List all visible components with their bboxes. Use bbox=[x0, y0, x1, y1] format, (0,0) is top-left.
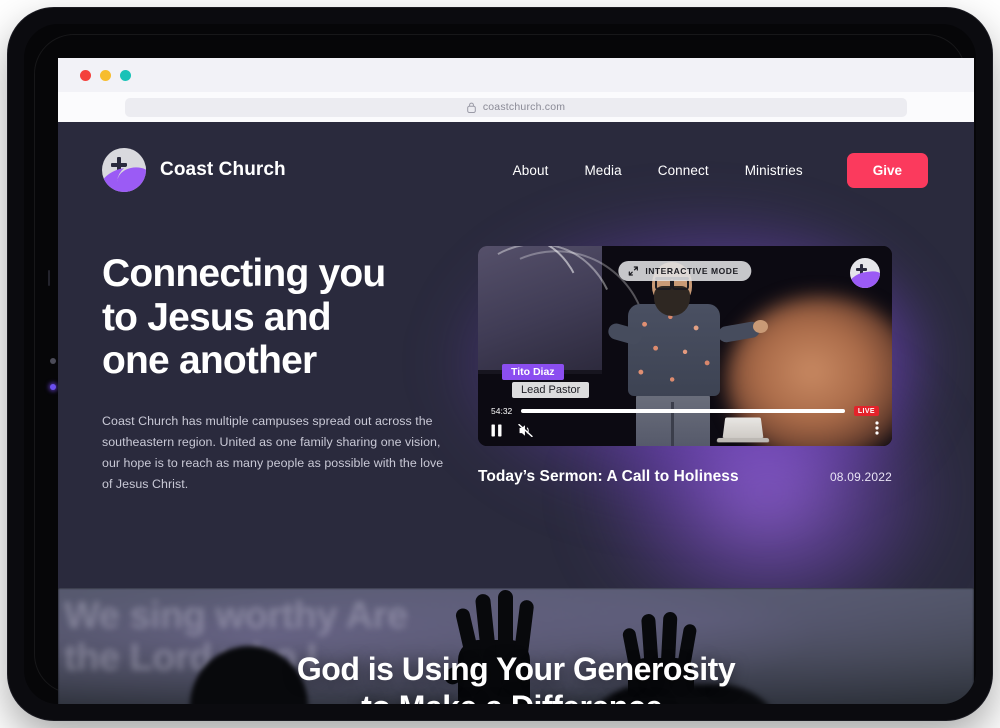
video-more-options-button[interactable] bbox=[875, 421, 879, 440]
nav-item-media[interactable]: Media bbox=[584, 163, 621, 178]
window-maximize-button[interactable] bbox=[120, 69, 131, 81]
speaker-role: Lead Pastor bbox=[512, 382, 590, 398]
generosity-section: We sing worthy Are the Lord who I bbox=[58, 588, 974, 704]
hero-media-column: INTERACTIVE MODE Tito Diaz Lead Pastor 5… bbox=[452, 212, 938, 628]
speaker-name-tag: Tito Diaz Lead Pastor bbox=[502, 362, 590, 398]
pause-icon bbox=[491, 424, 502, 437]
nav-item-about[interactable]: About bbox=[513, 163, 549, 178]
hero-body-text: Coast Church has multiple campuses sprea… bbox=[102, 414, 444, 491]
address-bar[interactable]: coastchurch.com bbox=[125, 97, 907, 117]
video-progress-row: 54:32 LIVE bbox=[478, 406, 892, 416]
expand-diagonal-icon bbox=[628, 266, 638, 276]
cross-horizontal bbox=[856, 268, 867, 271]
sermon-date: 08.09.2022 bbox=[829, 470, 892, 484]
mute-button[interactable] bbox=[518, 424, 533, 437]
hero-section: Connecting you to Jesus and one another … bbox=[58, 212, 974, 628]
coast-church-logo-icon bbox=[102, 148, 146, 192]
browser-window: coastchurch.com Coast Church About Media… bbox=[58, 58, 974, 704]
wave-shape bbox=[850, 269, 880, 288]
video-watermark-logo-icon bbox=[850, 258, 880, 288]
window-close-button[interactable] bbox=[80, 69, 91, 81]
stage-led-screen bbox=[478, 246, 677, 446]
site-header: Coast Church About Media Connect Ministr… bbox=[58, 122, 974, 218]
speaker-floral-shirt bbox=[628, 304, 720, 396]
device-status-led bbox=[50, 384, 56, 390]
address-bar-url: coastchurch.com bbox=[482, 101, 566, 113]
window-minimize-button[interactable] bbox=[100, 69, 111, 81]
lock-icon bbox=[467, 102, 476, 113]
screenshot-stage: coastchurch.com Coast Church About Media… bbox=[0, 0, 1000, 728]
browser-titlebar bbox=[58, 58, 974, 92]
device-frame: coastchurch.com Coast Church About Media… bbox=[8, 8, 992, 720]
nav-item-connect[interactable]: Connect bbox=[658, 163, 709, 178]
nav-item-ministries[interactable]: Ministries bbox=[745, 163, 803, 178]
video-controls-row bbox=[478, 421, 892, 440]
sermon-title: Today’s Sermon: A Call to Holiness bbox=[478, 468, 739, 485]
interactive-mode-button[interactable]: INTERACTIVE MODE bbox=[618, 261, 752, 281]
hand-finger bbox=[498, 590, 513, 656]
device-speaker-notch bbox=[48, 270, 50, 286]
video-progress-bar[interactable] bbox=[521, 409, 845, 413]
device-bezel: coastchurch.com Coast Church About Media… bbox=[24, 24, 976, 704]
speaker-name: Tito Diaz bbox=[502, 364, 564, 380]
hero-title: Connecting you to Jesus and one another bbox=[102, 252, 386, 383]
generosity-headline: God is Using Your Generosity to Make a D… bbox=[296, 651, 736, 704]
website-content: Coast Church About Media Connect Ministr… bbox=[58, 122, 974, 704]
live-badge: LIVE bbox=[853, 406, 879, 416]
main-navigation: About Media Connect Ministries Give bbox=[513, 152, 928, 188]
brand-logo-group[interactable]: Coast Church bbox=[102, 148, 286, 192]
video-player[interactable]: INTERACTIVE MODE Tito Diaz Lead Pastor 5… bbox=[478, 246, 892, 446]
volume-muted-icon bbox=[518, 424, 533, 437]
interactive-mode-label: INTERACTIVE MODE bbox=[645, 266, 739, 276]
kebab-menu-icon bbox=[875, 421, 879, 435]
pause-button[interactable] bbox=[491, 424, 502, 437]
hero-text-column: Connecting you to Jesus and one another … bbox=[102, 238, 450, 494]
give-button[interactable]: Give bbox=[846, 152, 928, 188]
brand-name: Coast Church bbox=[160, 159, 286, 180]
sermon-caption-row: Today’s Sermon: A Call to Holiness 08.09… bbox=[478, 468, 892, 486]
speaker-right-hand bbox=[753, 320, 768, 333]
device-camera-dot bbox=[50, 358, 56, 364]
video-elapsed-time: 54:32 bbox=[491, 406, 513, 416]
browser-toolbar: coastchurch.com bbox=[58, 92, 974, 122]
